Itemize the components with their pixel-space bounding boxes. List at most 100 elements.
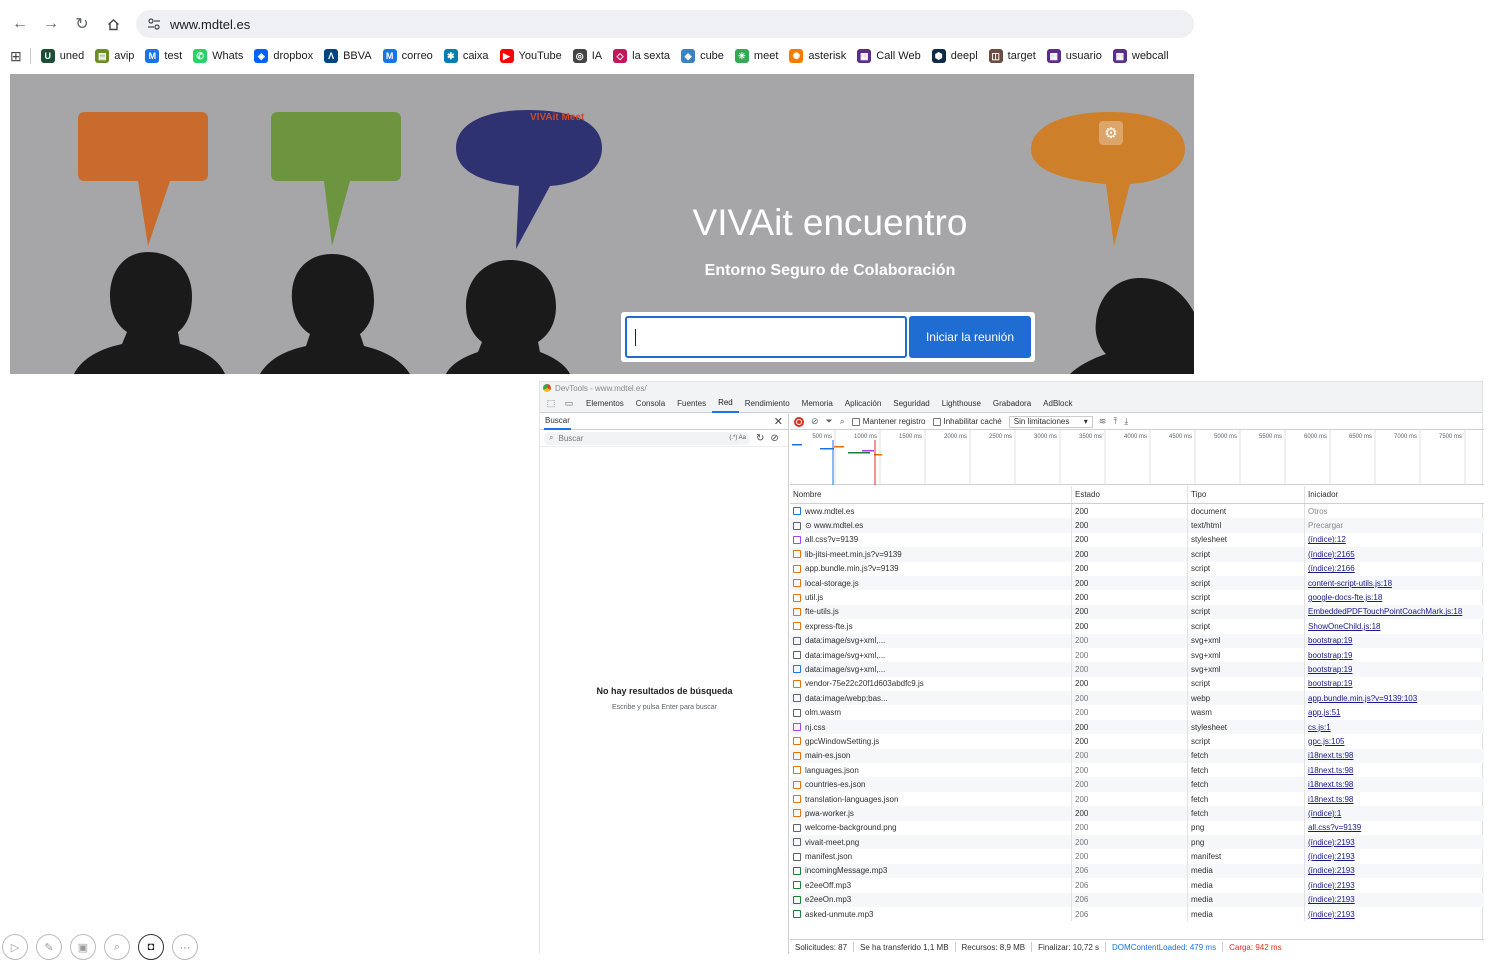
clear-search-icon[interactable]: ⊘: [770, 433, 778, 444]
bookmark-asterisk[interactable]: ✺ asterisk: [789, 49, 846, 63]
request-initiator[interactable]: (índice):2193: [1308, 838, 1355, 847]
request-initiator[interactable]: (índice):2193: [1308, 852, 1355, 861]
meeting-name-input[interactable]: [625, 316, 907, 358]
request-initiator[interactable]: (índice):2193: [1308, 881, 1355, 890]
bookmark-correo[interactable]: Mcorreo: [382, 49, 433, 63]
record-icon[interactable]: [794, 416, 804, 427]
request-initiator[interactable]: i18next.ts:98: [1308, 780, 1353, 789]
regex-case-toggle[interactable]: (.*) Aa: [729, 435, 746, 441]
clear-log-icon[interactable]: ⊘: [811, 416, 819, 427]
table-row[interactable]: local-storage.js 200 script content-script-…: [790, 575, 1484, 591]
tab-red[interactable]: Red: [712, 394, 739, 413]
table-row[interactable]: all.css?v=9139 200 stylesheet (índice):12: [790, 532, 1484, 548]
table-row[interactable]: nj.css 200 stylesheet cs.js:1: [790, 719, 1484, 735]
tab-seguridad[interactable]: Seguridad: [887, 394, 935, 413]
request-initiator[interactable]: i18next.ts:98: [1308, 795, 1353, 804]
column-header-type[interactable]: Tipo: [1188, 486, 1305, 503]
request-initiator[interactable]: bootstrap:19: [1308, 679, 1352, 688]
refresh-search-icon[interactable]: ↻: [756, 433, 764, 444]
search-input[interactable]: ⌕ Buscar (.*) Aa: [544, 431, 750, 445]
preserve-log-checkbox[interactable]: Mantener registro: [851, 417, 926, 426]
table-row[interactable]: express-fte.js 200 script ShowOneChild.js:1…: [790, 619, 1484, 634]
reload-icon[interactable]: ↻: [71, 13, 93, 35]
search-network-icon[interactable]: ⌕: [840, 416, 845, 427]
request-initiator[interactable]: (índice):2193: [1308, 866, 1355, 875]
request-initiator[interactable]: app.js:51: [1308, 708, 1340, 717]
bookmark-uned[interactable]: Uuned: [40, 49, 84, 63]
request-initiator[interactable]: bootstrap:19: [1308, 636, 1352, 645]
bookmark-usuario[interactable]: ▦ usuario: [1046, 49, 1102, 63]
table-row[interactable]: countries-es.json 200 fetch i18next.ts:98: [790, 777, 1484, 792]
request-initiator[interactable]: i18next.ts:98: [1308, 751, 1353, 760]
table-row[interactable]: vivait-meet.png 200 png (índice):2193: [790, 834, 1484, 850]
request-initiator[interactable]: all.css?v=9139: [1308, 823, 1361, 832]
filter-icon[interactable]: ⏷: [826, 416, 833, 427]
request-initiator[interactable]: i18next.ts:98: [1308, 766, 1353, 775]
table-row[interactable]: olm.wasm 200 wasm app.js:51: [790, 705, 1484, 720]
video-camera-icon[interactable]: ◘: [138, 934, 164, 960]
gallery-icon[interactable]: ▣: [70, 934, 96, 960]
request-initiator[interactable]: EmbeddedPDFTouchPointCoachMark.js:18: [1308, 607, 1462, 616]
request-initiator[interactable]: gpc.js:105: [1308, 737, 1344, 746]
device-toolbar-icon[interactable]: ▭: [562, 396, 576, 410]
disable-cache-checkbox[interactable]: Inhabilitar caché: [932, 417, 1002, 426]
tab-elementos[interactable]: Elementos: [580, 394, 630, 413]
zoom-icon[interactable]: ⌕: [104, 934, 130, 960]
request-initiator[interactable]: content-script-utils.js:18: [1308, 579, 1392, 588]
table-row[interactable]: gpcWindowSetting.js 200 script gpc.js:105: [790, 734, 1484, 749]
table-row[interactable]: e2eeOff.mp3 206 media (índice):2193: [790, 878, 1484, 893]
table-row[interactable]: fte-utils.js 200 script EmbeddedPDFTouchPoi…: [790, 604, 1484, 620]
request-initiator[interactable]: google-docs-fte.js:18: [1308, 593, 1382, 602]
table-row[interactable]: www.mdtel.es 200 document Otros: [790, 504, 1484, 519]
tab-memoria[interactable]: Memoria: [796, 394, 839, 413]
column-header-status[interactable]: Estado: [1072, 486, 1188, 503]
pen-icon[interactable]: ✎: [36, 934, 62, 960]
table-row[interactable]: data:image/svg+xml,... 200 svg+xml bootstra…: [790, 662, 1484, 677]
bookmark-bbva[interactable]: Λ BBVA: [324, 49, 372, 63]
request-initiator[interactable]: (índice):1: [1308, 809, 1341, 818]
tab-consola[interactable]: Consola: [630, 394, 671, 413]
tab-fuentes[interactable]: Fuentes: [671, 394, 712, 413]
throttling-select[interactable]: Sin limitaciones ▾: [1008, 415, 1093, 428]
table-row[interactable]: data:image/webp;bas... 200 webp app.bundle.…: [790, 691, 1484, 706]
table-row[interactable]: vendor-75e22c20f1d603abdfc9.js 200 script b…: [790, 676, 1484, 692]
request-initiator[interactable]: ShowOneChild.js:18: [1308, 622, 1380, 631]
more-icon[interactable]: ⋯: [172, 934, 198, 960]
play-icon[interactable]: ▷: [2, 934, 28, 960]
bookmark-youtube[interactable]: ▶ YouTube: [499, 49, 562, 63]
home-icon[interactable]: [102, 13, 124, 35]
tab-rendimiento[interactable]: Rendimiento: [739, 394, 796, 413]
bookmark-whats[interactable]: ✆ Whats: [193, 49, 243, 63]
bookmark-avip[interactable]: ▤ avip: [95, 49, 134, 63]
table-row[interactable]: main-es.json 200 fetch i18next.ts:98: [790, 748, 1484, 764]
export-har-icon[interactable]: ⤓: [1124, 416, 1128, 427]
back-icon[interactable]: ←: [9, 13, 31, 35]
bookmark-ia[interactable]: ◎ IA: [572, 49, 602, 63]
request-initiator[interactable]: bootstrap:19: [1308, 665, 1352, 674]
bookmark-deepl[interactable]: ⬢ deepl: [931, 49, 978, 63]
search-drawer-tab[interactable]: Buscar: [544, 414, 571, 430]
column-header-name[interactable]: Nombre: [790, 486, 1072, 503]
table-row[interactable]: lib-jitsi-meet.min.js?v=9139 200 script (ín…: [790, 547, 1484, 562]
request-initiator[interactable]: cs.js:1: [1308, 723, 1331, 732]
inspect-element-icon[interactable]: ⬚: [544, 396, 558, 410]
tab-adblock[interactable]: AdBlock: [1037, 394, 1078, 413]
bookmark-dropbox[interactable]: ◈ dropbox: [254, 49, 313, 63]
address-bar[interactable]: www.mdtel.es: [136, 10, 1194, 38]
settings-gear-icon[interactable]: ⚙: [1099, 121, 1123, 145]
bookmark-caixa[interactable]: ✱ caixa: [443, 49, 489, 63]
table-row[interactable]: app.bundle.min.js?v=9139 200 script (índice…: [790, 561, 1484, 576]
column-header-initiator[interactable]: Iniciador: [1305, 486, 1484, 503]
table-row[interactable]: data:image/svg+xml,... 200 svg+xml bootstra…: [790, 647, 1484, 663]
table-row[interactable]: manifest.json 200 manifest (índice):2193: [790, 849, 1484, 864]
bookmark-webcall[interactable]: ▦ webcall: [1112, 49, 1169, 63]
forward-icon[interactable]: →: [40, 13, 62, 35]
request-initiator[interactable]: app.bundle.min.js?v=9139:103: [1308, 694, 1417, 703]
site-info-icon[interactable]: [146, 16, 162, 32]
request-initiator[interactable]: (índice):2166: [1308, 564, 1355, 573]
import-har-icon[interactable]: ⤒: [1113, 416, 1117, 427]
table-row[interactable]: welcome-background.png 200 png all.css?v=91…: [790, 820, 1484, 835]
tab-lighthouse[interactable]: Lighthouse: [936, 394, 987, 413]
request-initiator[interactable]: (índice):2165: [1308, 550, 1355, 559]
table-row[interactable]: translation-languages.json 200 fetch i18nex…: [790, 791, 1484, 807]
